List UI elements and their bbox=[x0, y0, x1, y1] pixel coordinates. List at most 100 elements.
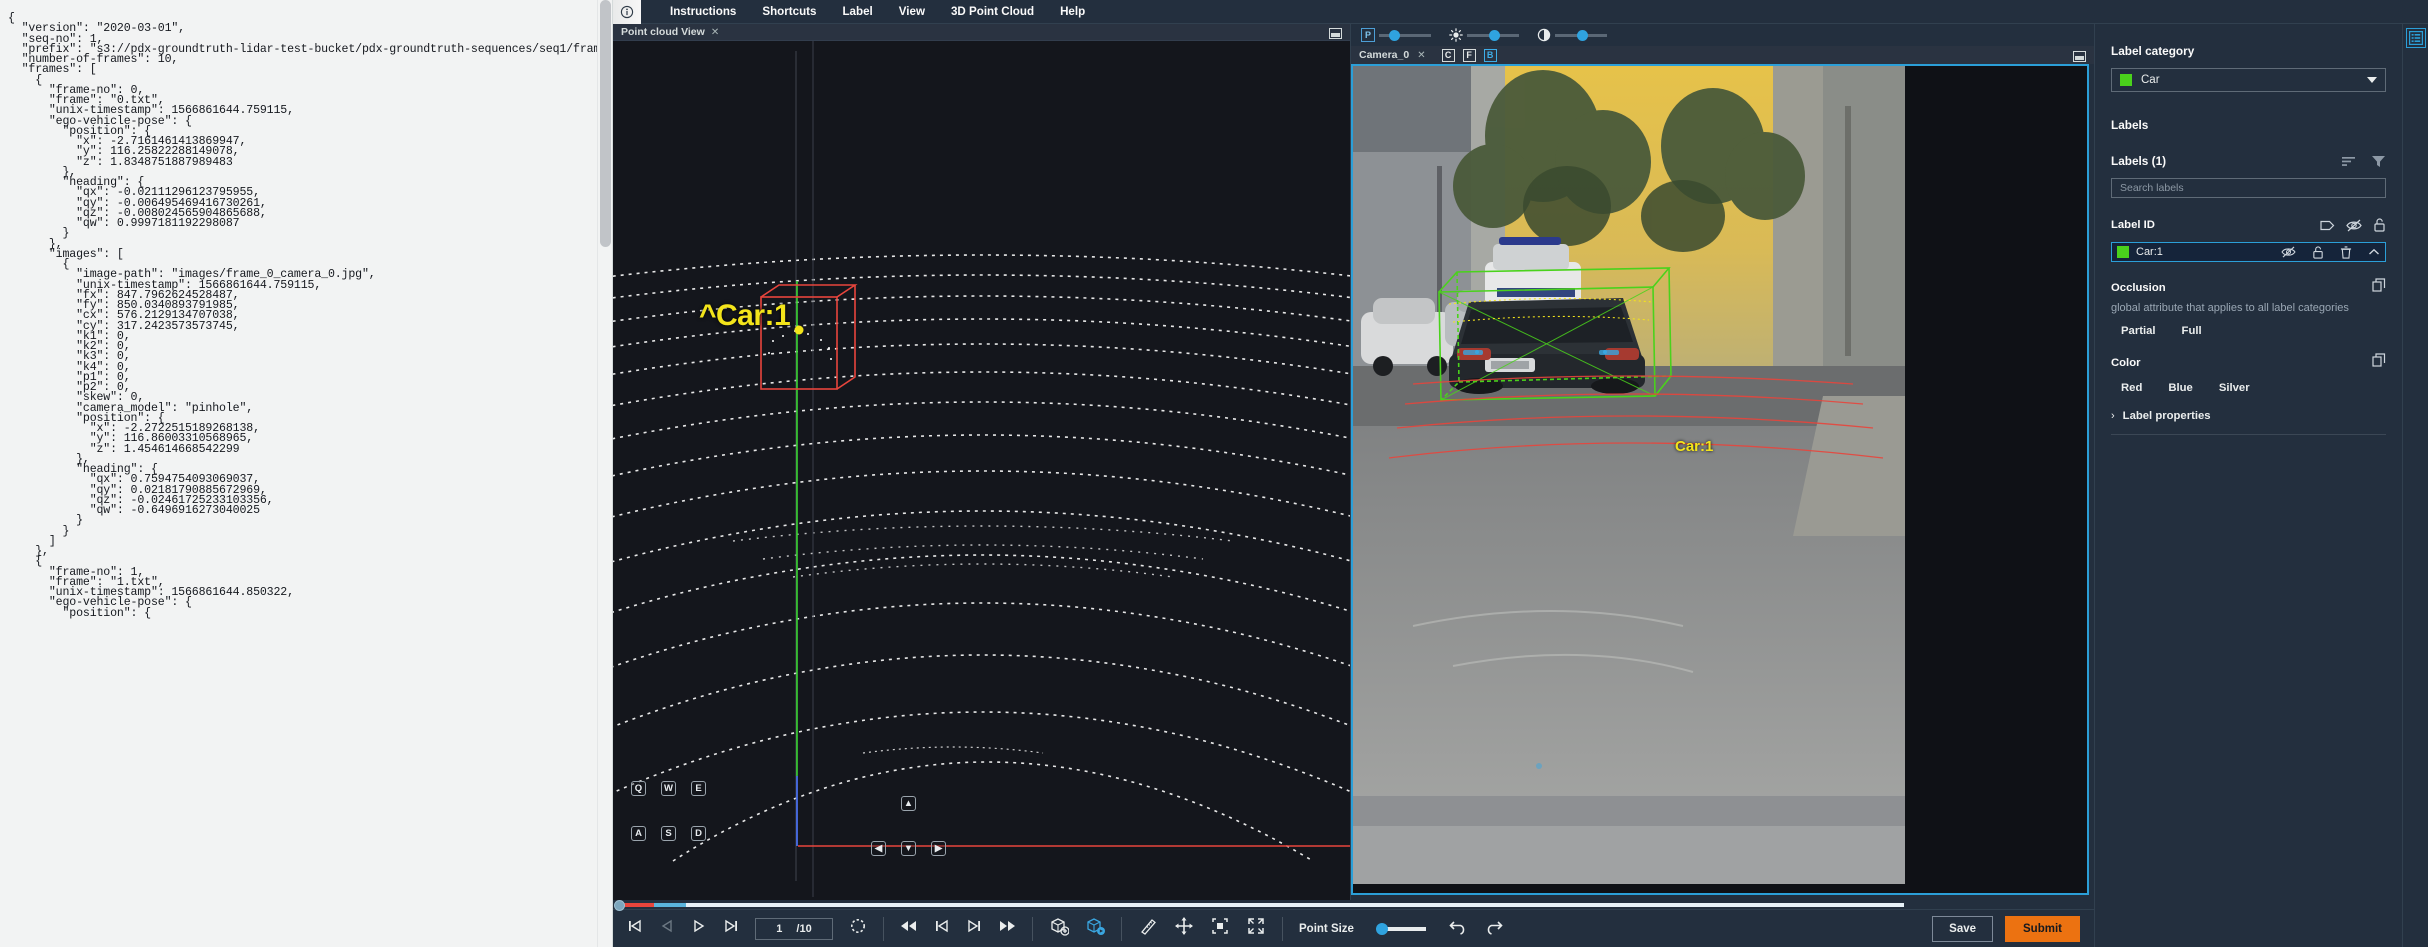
key-hint-d[interactable]: D bbox=[691, 826, 706, 841]
ruler-icon[interactable] bbox=[1138, 916, 1158, 941]
rewind-icon[interactable] bbox=[900, 918, 918, 939]
hide-all-icon[interactable] bbox=[2346, 219, 2362, 232]
close-icon[interactable]: ✕ bbox=[711, 27, 719, 38]
delete-icon[interactable] bbox=[2340, 246, 2352, 259]
info-circle-icon[interactable] bbox=[613, 0, 641, 24]
point-size-knob[interactable] bbox=[1376, 923, 1388, 935]
timeline-progress-red bbox=[621, 903, 654, 907]
fullscreen-icon[interactable] bbox=[1246, 916, 1266, 941]
occlusion-option-full[interactable]: Full bbox=[2182, 325, 2202, 337]
frame-timeline[interactable] bbox=[613, 900, 2094, 909]
menu-shortcuts[interactable]: Shortcuts bbox=[749, 2, 829, 21]
right-rail bbox=[2402, 24, 2428, 947]
fit-to-bounds-icon[interactable] bbox=[1210, 916, 1230, 941]
camera-chip-f[interactable]: F bbox=[1463, 49, 1476, 62]
play-icon[interactable] bbox=[691, 918, 707, 939]
point-size-control: Point Size bbox=[1299, 917, 1504, 940]
copy-icon[interactable] bbox=[2372, 278, 2386, 297]
json-sequence-viewer[interactable]: { "version": "2020-03-01", "seq-no": 1, … bbox=[0, 0, 613, 947]
key-hint-a[interactable]: A bbox=[631, 826, 646, 841]
filter-icon[interactable] bbox=[2371, 154, 2386, 168]
json-scrollbar-track[interactable] bbox=[597, 0, 612, 947]
search-labels-box[interactable] bbox=[2111, 178, 2386, 198]
viewer-panes: Point cloud View ✕ bbox=[613, 24, 2094, 900]
add-cuboid-icon[interactable] bbox=[1049, 916, 1069, 941]
projection-toggle-p[interactable]: P bbox=[1361, 28, 1375, 42]
brightness-slider[interactable] bbox=[1467, 34, 1519, 37]
json-scrollbar-thumb[interactable] bbox=[600, 0, 611, 247]
point-size-slider[interactable] bbox=[1378, 927, 1426, 931]
occlusion-description: global attribute that applies to all lab… bbox=[2111, 302, 2386, 315]
key-hint-q[interactable]: Q bbox=[631, 781, 646, 796]
next-keyframe-icon[interactable] bbox=[966, 918, 982, 939]
key-hint-s[interactable]: S bbox=[661, 826, 676, 841]
occlusion-option-partial[interactable]: Partial bbox=[2121, 325, 2156, 337]
nav-arrow-left-icon[interactable]: ◀ bbox=[871, 841, 886, 856]
redo-icon[interactable] bbox=[1484, 917, 1504, 940]
label-row-name: Car:1 bbox=[2136, 246, 2265, 258]
table-row[interactable]: Car:1 bbox=[2111, 242, 2386, 262]
point-cloud-render bbox=[613, 41, 1350, 897]
tag-icon[interactable] bbox=[2320, 219, 2335, 232]
nav-arrow-down-icon[interactable]: ▼ bbox=[901, 841, 916, 856]
menu-label[interactable]: Label bbox=[829, 2, 885, 21]
search-input[interactable] bbox=[2120, 182, 2377, 194]
nav-arrow-up-icon[interactable]: ▲ bbox=[901, 796, 916, 811]
auto-fit-cuboid-icon[interactable] bbox=[1085, 916, 1105, 941]
menu-view[interactable]: View bbox=[886, 2, 938, 21]
timeline-progress-blue bbox=[654, 903, 686, 907]
move-icon[interactable] bbox=[1174, 916, 1194, 941]
key-hint-w[interactable]: W bbox=[661, 781, 676, 796]
undo-icon[interactable] bbox=[1448, 917, 1468, 940]
nav-arrow-right-icon[interactable]: ▶ bbox=[931, 841, 946, 856]
copy-icon[interactable] bbox=[2372, 353, 2386, 372]
label-list-panel-icon[interactable] bbox=[2406, 28, 2426, 48]
previous-keyframe-icon[interactable] bbox=[934, 918, 950, 939]
menubar: Instructions Shortcuts Label View 3D Poi… bbox=[613, 0, 2428, 24]
labels-count: Labels (1) bbox=[2111, 154, 2327, 168]
close-icon[interactable]: ✕ bbox=[1417, 50, 1425, 61]
save-button[interactable]: Save bbox=[1932, 916, 1993, 942]
skip-to-first-icon[interactable] bbox=[627, 918, 643, 939]
occlusion-header: Occlusion bbox=[2111, 278, 2386, 297]
lock-all-icon[interactable] bbox=[2373, 218, 2386, 232]
timeline-track[interactable] bbox=[621, 903, 1904, 907]
category-color-swatch bbox=[2120, 74, 2132, 86]
brightness-icon bbox=[1449, 28, 1463, 42]
loop-icon[interactable] bbox=[849, 917, 867, 940]
point-cloud-tab-label[interactable]: Point cloud View bbox=[621, 26, 705, 38]
toolbar-divider bbox=[1282, 917, 1283, 941]
label-sidebar: Label category Car Labels Labels (1) bbox=[2094, 24, 2402, 947]
timeline-handle[interactable] bbox=[614, 900, 625, 911]
chevron-down-icon[interactable] bbox=[2367, 77, 2377, 83]
menu-3d-point-cloud[interactable]: 3D Point Cloud bbox=[938, 2, 1047, 21]
key-hint-e[interactable]: E bbox=[691, 781, 706, 796]
edit-tools bbox=[1138, 916, 1266, 941]
hide-icon[interactable] bbox=[2281, 246, 2296, 258]
point-cloud-cuboid-label: ^Car:1 bbox=[699, 299, 790, 333]
label-properties-label: Label properties bbox=[2123, 410, 2211, 422]
frame-number-box[interactable]: 1 /10 bbox=[755, 918, 833, 940]
lock-icon[interactable] bbox=[2312, 246, 2324, 259]
camera-viewport[interactable]: Car:1 bbox=[1351, 64, 2089, 895]
chevron-right-icon[interactable]: › bbox=[2111, 410, 2115, 422]
submit-button[interactable]: Submit bbox=[2005, 916, 2080, 942]
label-properties-toggle[interactable]: › Label properties bbox=[2111, 410, 2386, 422]
menu-instructions[interactable]: Instructions bbox=[657, 2, 749, 21]
menu-help[interactable]: Help bbox=[1047, 2, 1098, 21]
color-option-red[interactable]: Red bbox=[2121, 382, 2142, 394]
contrast-slider[interactable] bbox=[1555, 34, 1607, 37]
label-category-select[interactable]: Car bbox=[2111, 68, 2386, 92]
fast-forward-icon[interactable] bbox=[998, 918, 1016, 939]
camera-chip-b[interactable]: B bbox=[1484, 49, 1497, 62]
step-back-icon[interactable] bbox=[659, 918, 675, 939]
camera-chip-c[interactable]: C bbox=[1442, 49, 1455, 62]
collapse-icon[interactable] bbox=[2368, 248, 2380, 257]
camera-tab-label[interactable]: Camera_0 bbox=[1359, 49, 1409, 61]
point-cloud-canvas[interactable]: Q W E A S D ▲ ◀ ▼ ▶ ^Car:1 bbox=[613, 41, 1350, 900]
color-option-silver[interactable]: Silver bbox=[2219, 382, 2250, 394]
projection-slider[interactable] bbox=[1379, 34, 1431, 37]
sort-icon[interactable] bbox=[2341, 154, 2357, 168]
step-forward-icon[interactable] bbox=[723, 918, 739, 939]
color-option-blue[interactable]: Blue bbox=[2168, 382, 2192, 394]
